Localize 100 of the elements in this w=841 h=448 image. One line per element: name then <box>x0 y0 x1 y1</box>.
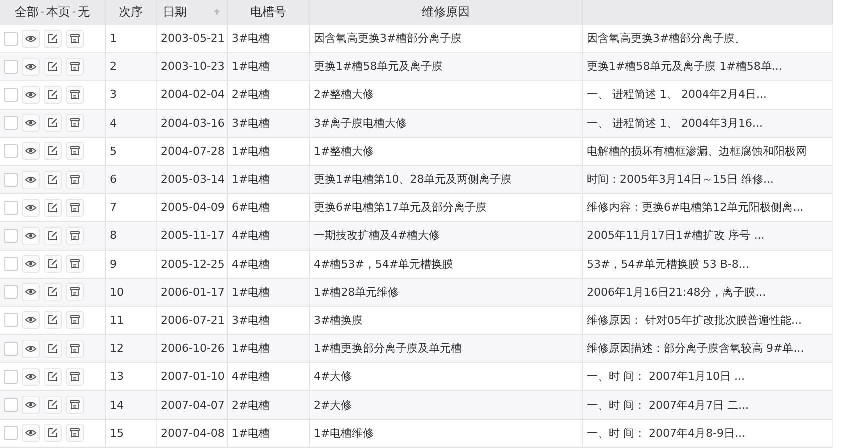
table-cell: 3#电槽 <box>228 25 310 52</box>
row-checkbox[interactable] <box>4 60 18 74</box>
edit-button[interactable] <box>44 30 62 48</box>
row-checkbox[interactable] <box>4 398 18 412</box>
delete-button[interactable] <box>66 424 84 442</box>
table-cell: 3 <box>106 81 157 109</box>
row-checkbox[interactable] <box>4 313 18 328</box>
edit-icon <box>47 88 59 101</box>
view-button[interactable] <box>22 86 40 104</box>
select-option[interactable]: 无 <box>78 4 90 20</box>
view-button[interactable] <box>22 255 40 274</box>
trash-icon <box>69 60 81 73</box>
view-button[interactable] <box>22 30 40 48</box>
table-cell: 2007-01-10 <box>157 363 228 390</box>
delete-button[interactable] <box>66 86 84 104</box>
edit-icon <box>47 342 59 355</box>
edit-button[interactable] <box>44 396 62 414</box>
view-button[interactable] <box>22 283 40 302</box>
table-cell: 2005-04-09 <box>157 194 228 222</box>
view-button[interactable] <box>22 311 40 330</box>
edit-icon <box>47 117 59 130</box>
row-checkbox[interactable] <box>4 116 18 130</box>
table-cell: 一、 进程简述 1、 2004年2月4日... <box>583 81 833 109</box>
column-header[interactable]: 电槽号 <box>250 4 286 20</box>
table-cell: 2#电槽 <box>228 391 310 419</box>
edit-icon <box>47 314 59 326</box>
delete-button[interactable] <box>66 142 84 160</box>
table-cell: 2003-10-23 <box>157 53 228 80</box>
row-checkbox[interactable] <box>4 285 18 300</box>
edit-icon <box>47 145 59 158</box>
edit-button[interactable] <box>44 58 62 76</box>
edit-icon <box>47 32 59 45</box>
table-cell: 更换1#槽58单元及离子膜 <box>310 53 583 80</box>
table-cell: 3#槽换膜 <box>310 306 583 334</box>
row-checkbox[interactable] <box>4 200 18 215</box>
row-checkbox[interactable] <box>4 88 18 102</box>
edit-button[interactable] <box>44 86 62 104</box>
delete-button[interactable] <box>66 114 84 132</box>
edit-button[interactable] <box>44 142 62 160</box>
view-button[interactable] <box>22 170 40 189</box>
separator: - <box>40 6 44 18</box>
table-cell: 因含氧高更换3#槽部分离子膜。 <box>583 25 833 52</box>
delete-button[interactable] <box>66 255 84 274</box>
table-cell: 更换1#电槽第10、28单元及两侧离子膜 <box>310 166 583 194</box>
select-option[interactable]: 全部 <box>14 4 39 20</box>
delete-button[interactable] <box>66 283 84 302</box>
edit-button[interactable] <box>44 198 62 217</box>
delete-button[interactable] <box>66 198 84 217</box>
table-cell: 4#大修 <box>310 363 583 390</box>
edit-button[interactable] <box>44 424 62 442</box>
edit-button[interactable] <box>44 283 62 302</box>
view-button[interactable] <box>22 396 40 414</box>
delete-button[interactable] <box>66 170 84 189</box>
row-checkbox[interactable] <box>4 426 18 440</box>
column-header[interactable]: 日期 <box>163 4 187 20</box>
edit-button[interactable] <box>44 340 62 358</box>
row-checkbox[interactable] <box>4 32 18 46</box>
delete-button[interactable] <box>66 311 84 330</box>
view-button[interactable] <box>22 198 40 217</box>
table-cell: 因含氧高更换3#槽部分离子膜 <box>310 25 583 52</box>
row-checkbox[interactable] <box>4 257 18 272</box>
table-cell: 53#，54#单元槽换膜 53 B-8... <box>583 250 833 278</box>
table-cell: 2006-07-21 <box>157 306 228 334</box>
table-cell: 9 <box>106 250 157 278</box>
edit-button[interactable] <box>44 255 62 274</box>
delete-button[interactable] <box>66 368 84 386</box>
delete-button[interactable] <box>66 340 84 358</box>
delete-button[interactable] <box>66 396 84 414</box>
delete-button[interactable] <box>66 226 84 245</box>
view-button[interactable] <box>22 226 40 245</box>
view-button[interactable] <box>22 368 40 386</box>
view-button[interactable] <box>22 114 40 132</box>
row-checkbox[interactable] <box>4 370 18 384</box>
edit-button[interactable] <box>44 170 62 189</box>
edit-button[interactable] <box>44 368 62 386</box>
delete-button[interactable] <box>66 58 84 76</box>
edit-icon <box>47 258 59 270</box>
table-cell: 2005年11月17日1#槽扩改 序号 ... <box>583 222 833 250</box>
table-cell: 维修原因描述：部分离子膜含氧较高 9#单... <box>583 335 833 362</box>
view-button[interactable] <box>22 340 40 358</box>
column-header[interactable]: 维修原因 <box>422 4 470 20</box>
row-checkbox[interactable] <box>4 342 18 356</box>
delete-button[interactable] <box>66 30 84 48</box>
row-checkbox[interactable] <box>4 172 18 187</box>
view-button[interactable] <box>22 424 40 442</box>
table-cell: 2004-02-04 <box>157 81 228 109</box>
row-checkbox[interactable] <box>4 228 18 243</box>
edit-button[interactable] <box>44 226 62 245</box>
table-cell: 2004-07-28 <box>157 138 228 165</box>
view-button[interactable] <box>22 142 40 160</box>
column-header[interactable]: 次序 <box>119 4 143 20</box>
table-cell: 更换1#槽58单元及离子膜 1#槽58单... <box>583 53 833 80</box>
select-option[interactable]: 本页 <box>46 4 70 20</box>
edit-button[interactable] <box>44 114 62 132</box>
table-cell: 1#电槽 <box>228 53 310 80</box>
edit-icon <box>47 230 59 242</box>
view-button[interactable] <box>22 58 40 76</box>
table-cell: 13 <box>106 363 157 390</box>
row-checkbox[interactable] <box>4 144 18 158</box>
edit-button[interactable] <box>44 311 62 330</box>
